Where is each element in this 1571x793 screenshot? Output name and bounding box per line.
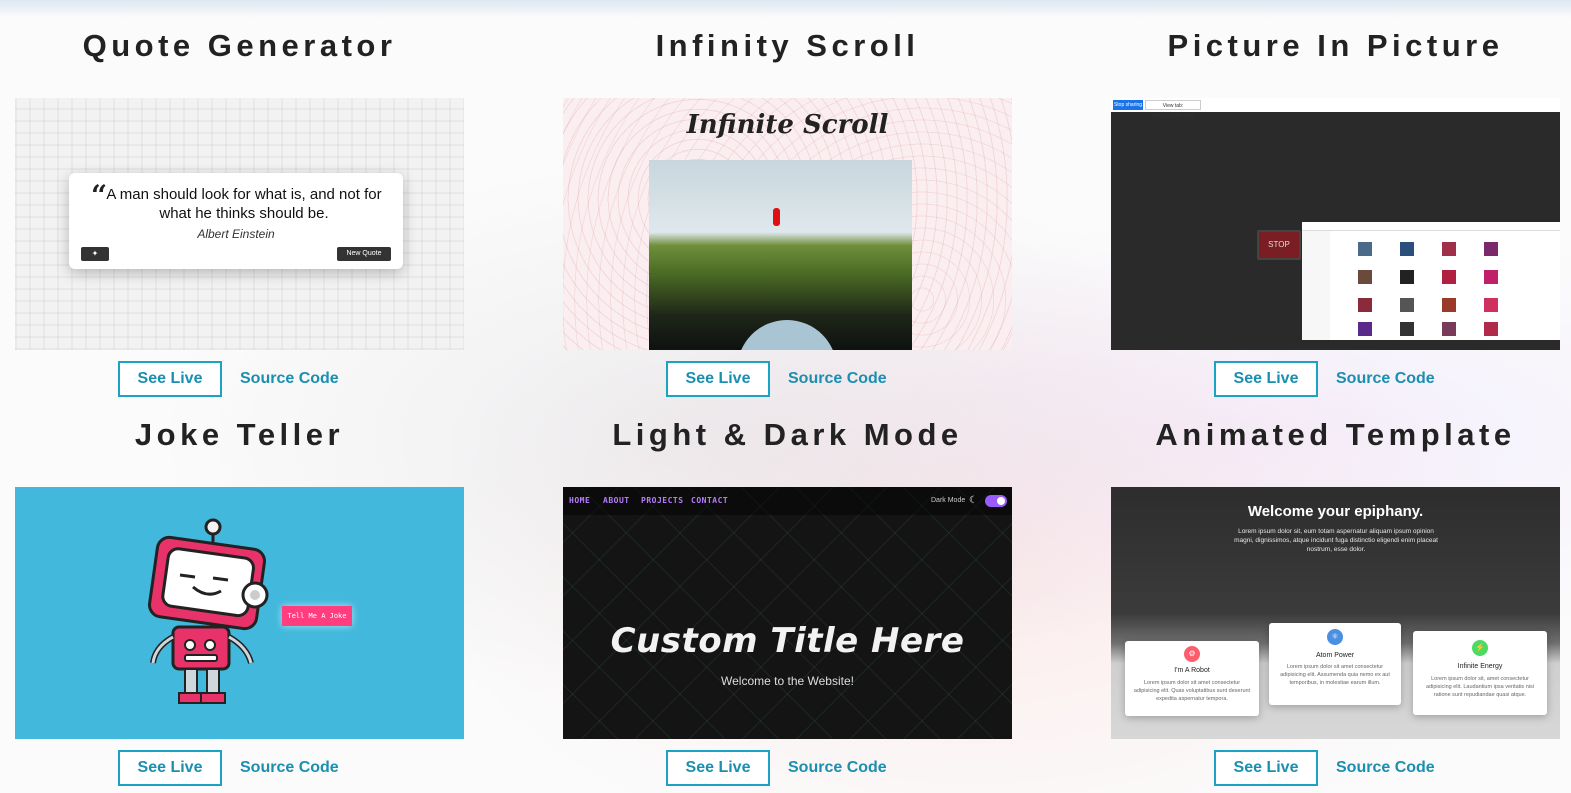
nav-link-contact: CONTACT: [691, 496, 729, 505]
infinite-scroll-heading: Infinite Scroll: [686, 110, 889, 140]
youtube-header: [1302, 222, 1560, 231]
youtube-sidebar: [1302, 231, 1330, 340]
see-live-button[interactable]: See Live: [666, 361, 770, 397]
see-live-button[interactable]: See Live: [1214, 750, 1318, 786]
see-live-button[interactable]: See Live: [118, 750, 222, 786]
video-thumbnail: [1358, 298, 1372, 312]
video-thumbnail: [1484, 270, 1498, 284]
hero-title: Custom Title Here: [610, 621, 965, 661]
source-code-link[interactable]: Source Code: [1336, 750, 1435, 786]
theme-toggle: [985, 495, 1007, 507]
see-live-button[interactable]: See Live: [666, 750, 770, 786]
stop-sharing-button: Stop sharing: [1113, 100, 1143, 110]
project-title: Infinity Scroll: [655, 28, 920, 63]
person-figure: [773, 208, 780, 226]
project-actions: See Live Source Code: [15, 361, 464, 397]
nav-link-home: HOME: [569, 496, 591, 505]
project-preview-image: Infinite Scroll: [563, 98, 1012, 350]
see-live-button[interactable]: See Live: [1214, 361, 1318, 397]
quote-author: Albert Einstein: [197, 227, 275, 241]
projects-grid: Quote Generator “ A man should look for …: [0, 0, 1571, 793]
project-preview-image: Stop sharing View tab: www.youtube.com S…: [1111, 98, 1560, 350]
feature-text: Lorem ipsum dolor sit, amet consectetur …: [1426, 676, 1534, 698]
video-thumbnail: [1484, 322, 1498, 336]
video-thumbnail: [1358, 242, 1372, 256]
video-thumbnail: [1442, 298, 1456, 312]
project-title: Animated Template: [1155, 417, 1516, 452]
video-thumbnail: [1358, 322, 1372, 336]
project-title: Joke Teller: [134, 417, 345, 452]
nav-link-projects: PROJECTS: [641, 496, 684, 505]
video-thumbnail: [1400, 242, 1414, 256]
energy-icon: ⚡: [1472, 640, 1488, 656]
youtube-window: [1302, 222, 1560, 340]
feature-title: I'm A Robot: [1174, 667, 1210, 674]
stop-button: STOP: [1257, 230, 1301, 260]
project-preview-image: Tell Me A Joke: [15, 487, 464, 739]
nav-link-about: ABOUT: [603, 496, 630, 505]
feature-title: Atom Power: [1315, 652, 1355, 659]
quote-text: A man should look for what is, and not f…: [106, 186, 382, 222]
feature-card-energy: ⚡ Infinite Energy Lorem ipsum dolor sit,…: [1413, 631, 1547, 715]
hero-subtitle: Welcome to the Website!: [721, 674, 854, 688]
rock-arch: [737, 320, 837, 350]
twitter-icon: ✦: [81, 247, 109, 261]
source-code-link[interactable]: Source Code: [1336, 361, 1435, 397]
project-actions: See Live Source Code: [563, 361, 1012, 397]
shared-tab-label: View tab: www.youtube.com: [1145, 100, 1201, 119]
source-code-link[interactable]: Source Code: [240, 750, 339, 786]
project-title: Light & Dark Mode: [612, 417, 963, 452]
robot-icon: [148, 518, 269, 704]
feature-text: Lorem ipsum dolor sit amet consectetur a…: [1133, 680, 1251, 702]
feature-title: Infinite Energy: [1457, 663, 1503, 670]
project-preview-image: “ A man should look for what is, and not…: [15, 98, 464, 350]
project-actions: See Live Source Code: [15, 750, 464, 786]
feature-card-atom: ⚛ Atom Power Lorem ipsum dolor sit amet …: [1269, 623, 1401, 705]
source-code-link[interactable]: Source Code: [240, 361, 339, 397]
atom-icon: ⚛: [1327, 629, 1343, 645]
share-bar: Stop sharing View tab: www.youtube.com: [1111, 98, 1560, 119]
project-card-light-dark-mode: Light & Dark Mode HOME ABOUT PROJECTS CO…: [563, 409, 1012, 789]
tell-joke-button: Tell Me A Joke: [282, 606, 352, 626]
project-card-animated-template: Animated Template Welcome your epiphany.…: [1111, 409, 1560, 789]
feature-text: Lorem ipsum dolor sit amet consectetur a…: [1280, 664, 1390, 686]
project-card-infinity-scroll: Infinity Scroll Infinite Scroll See Live…: [563, 20, 1012, 400]
video-thumbnail: [1442, 242, 1456, 256]
project-card-picture-in-picture: Picture In Picture Stop sharing View tab…: [1111, 20, 1560, 400]
template-heading: Welcome your epiphany.: [1247, 503, 1424, 520]
project-card-quote-generator: Quote Generator “ A man should look for …: [15, 20, 464, 400]
project-actions: See Live Source Code: [1111, 750, 1560, 786]
video-thumbnail: [1400, 270, 1414, 284]
video-thumbnail: [1400, 322, 1414, 336]
source-code-link[interactable]: Source Code: [788, 750, 887, 786]
video-thumbnail: [1400, 298, 1414, 312]
project-preview-image: Welcome your epiphany. Lorem ipsum dolor…: [1111, 487, 1560, 739]
moon-icon: ☾: [969, 495, 978, 506]
video-thumbnail: [1484, 298, 1498, 312]
quote-card: “ A man should look for what is, and not…: [69, 173, 403, 269]
see-live-button[interactable]: See Live: [118, 361, 222, 397]
project-actions: See Live Source Code: [563, 750, 1012, 786]
video-thumbnail: [1484, 242, 1498, 256]
video-thumbnail: [1442, 270, 1456, 284]
landscape-photo: [649, 160, 912, 350]
project-card-joke-teller: Joke Teller Tell Me A Joke See Live Sour…: [15, 409, 464, 789]
new-quote-button: New Quote: [337, 247, 391, 261]
project-preview-image: HOME ABOUT PROJECTS CONTACT Dark Mode ☾ …: [563, 487, 1012, 739]
project-title: Picture In Picture: [1167, 28, 1504, 63]
project-actions: See Live Source Code: [1111, 361, 1560, 397]
source-code-link[interactable]: Source Code: [788, 361, 887, 397]
dark-mode-label: Dark Mode: [931, 497, 966, 504]
toggle-knob: [997, 497, 1005, 505]
template-paragraph: Lorem ipsum dolor sit, eum totam asperna…: [1234, 528, 1438, 553]
video-thumbnail: [1442, 322, 1456, 336]
preview-navbar: HOME ABOUT PROJECTS CONTACT Dark Mode ☾: [563, 487, 1012, 515]
video-thumbnail: [1358, 270, 1372, 284]
feature-card-robot: ⚙ I'm A Robot Lorem ipsum dolor sit amet…: [1125, 641, 1259, 716]
project-title: Quote Generator: [82, 28, 397, 63]
robot-icon: ⚙: [1184, 646, 1200, 662]
